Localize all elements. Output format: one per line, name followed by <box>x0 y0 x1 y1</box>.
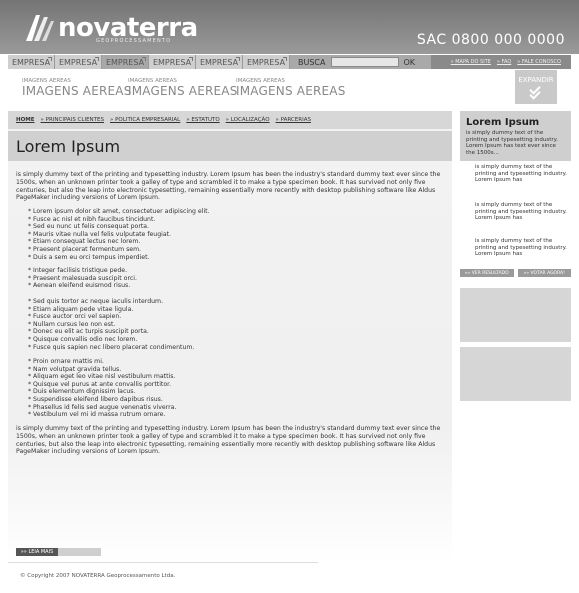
logo-mark-icon <box>26 15 54 41</box>
breadcrumb: HOME » PRINCIPAIS CLIENTES » POLITICA EM… <box>8 111 452 129</box>
breadcrumb-link[interactable]: » PARCERIAS <box>276 117 311 123</box>
read-more-button[interactable]: »» LEIA MAIS <box>16 548 58 556</box>
nav-tab-empresa-2[interactable]: EMPRESA <box>55 55 102 69</box>
corner-arrow-icon <box>48 57 52 61</box>
top-navigation: EMPRESA EMPRESA EMPRESA EMPRESA EMPRESA … <box>8 55 571 69</box>
breadcrumb-link[interactable]: » ESTATUTO <box>186 117 219 123</box>
nav-tab-empresa-3[interactable]: EMPRESA <box>102 55 149 69</box>
vote-now-button[interactable]: »» VOTAR AGORA! <box>517 269 571 277</box>
nav-tab-empresa-4[interactable]: EMPRESA <box>149 55 196 69</box>
view-results-button[interactable]: »» VER RESULTADO <box>460 269 514 277</box>
read-more: »» LEIA MAIS <box>16 548 101 556</box>
bullet-list-2: * Integer facilisis tristique pede. * Pr… <box>28 267 137 290</box>
banner-item-2[interactable]: IMAGENS AEREAS IMAGENS AEREAS <box>128 78 238 98</box>
sidebar: Lorem Ipsum is simply dummy text of the … <box>460 111 571 411</box>
bullet-list-3: * Sed quis tortor ac neque iaculis inter… <box>28 298 195 351</box>
faq-link[interactable]: » FAQ <box>497 59 511 65</box>
main-content: HOME » PRINCIPAIS CLIENTES » POLITICA EM… <box>8 111 452 563</box>
header: novaterra GEOPROCESSAMENTO SAC 0800 000 … <box>0 0 579 54</box>
poll-buttons: »» VER RESULTADO »» VOTAR AGORA! <box>460 269 571 277</box>
corner-arrow-icon <box>95 57 99 61</box>
contact-link[interactable]: » FALE CONOSCO <box>517 59 561 65</box>
sidebar-list-item[interactable]: is simply dummy text of the printing and… <box>475 202 567 222</box>
breadcrumb-home[interactable]: HOME <box>16 117 35 123</box>
sidebar-description: is simply dummy text of the printing and… <box>466 130 558 156</box>
expand-button[interactable]: EXPANDIR <box>515 70 557 104</box>
bullet-list-4: * Proin ornare mattis mi. * Nam volutpat… <box>28 358 177 419</box>
site-map-link[interactable]: » MAPA DO SITE <box>451 59 491 65</box>
bullet-list-1: * Lorem ipsum dolor sit amet, consectetu… <box>28 208 210 261</box>
banner-item-3[interactable]: IMAGENS AEREAS IMAGENS AEREAS <box>236 78 346 98</box>
sidebar-list-item[interactable]: is simply dummy text of the printing and… <box>475 164 567 184</box>
top-links: » MAPA DO SITE » FAQ » FALE CONOSCO <box>451 55 561 69</box>
corner-arrow-icon <box>283 57 287 61</box>
breadcrumb-link[interactable]: » PRINCIPAIS CLIENTES <box>41 117 104 123</box>
read-more-bar <box>58 548 101 556</box>
copyright: © Copyright 2007 NOVATERRA Geoprocessame… <box>20 573 176 579</box>
search-label: BUSCA <box>298 57 326 67</box>
search-ok-button[interactable]: OK <box>403 58 415 67</box>
sidebar-title: Lorem Ipsum <box>466 117 540 128</box>
banner: IMAGENS AEREAS IMAGENS AEREAS IMAGENS AE… <box>8 70 571 104</box>
breadcrumb-link[interactable]: » POLITICA EMPRESARIAL <box>110 117 180 123</box>
sac-phone: SAC 0800 000 0000 <box>416 32 565 48</box>
page-title: Lorem Ipsum <box>16 137 121 156</box>
sidebar-ad-box-2 <box>460 347 571 401</box>
nav-tab-empresa-6[interactable]: EMPRESA <box>243 55 290 69</box>
sidebar-highlight: Lorem Ipsum is simply dummy text of the … <box>460 111 571 161</box>
sidebar-list-item[interactable]: is simply dummy text of the printing and… <box>475 238 567 258</box>
footer-divider <box>8 562 318 563</box>
corner-arrow-icon <box>142 57 146 61</box>
closing-paragraph: is simply dummy text of the printing and… <box>16 425 441 456</box>
breadcrumb-link[interactable]: » LOCALIZAÇÃO <box>226 117 270 123</box>
search-input[interactable] <box>331 57 400 67</box>
sidebar-ad-box-1 <box>460 288 571 342</box>
logo-subtitle: GEOPROCESSAMENTO <box>96 38 172 44</box>
corner-arrow-icon <box>236 57 240 61</box>
banner-item-1[interactable]: IMAGENS AEREAS IMAGENS AEREAS <box>22 78 132 98</box>
intro-paragraph: is simply dummy text of the printing and… <box>16 171 441 202</box>
nav-tab-empresa-1[interactable]: EMPRESA <box>8 55 55 69</box>
title-bar: Lorem Ipsum <box>8 131 452 161</box>
nav-tab-empresa-5[interactable]: EMPRESA <box>196 55 243 69</box>
corner-arrow-icon <box>189 57 193 61</box>
